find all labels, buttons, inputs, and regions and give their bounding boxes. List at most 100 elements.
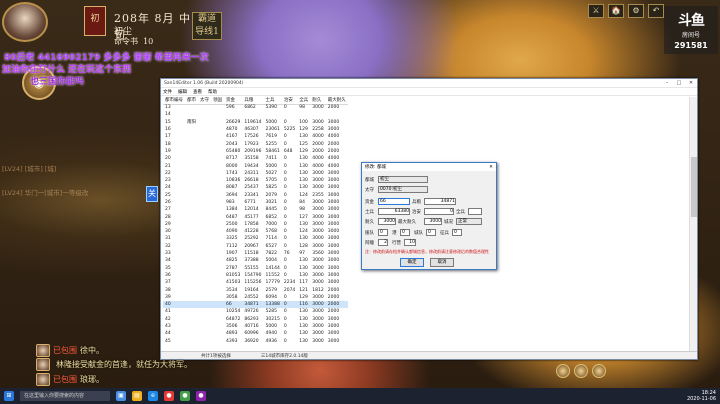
window-titlebar[interactable]: San14Editor 1.06 (Build 20200904) – □ ✕: [161, 79, 697, 88]
table-row[interactable]: 23 10836 26618 5705 0 130 3000 3000: [163, 177, 348, 184]
table-cell: 15: [165, 119, 171, 125]
round-control-icon[interactable]: [592, 364, 606, 378]
table-row[interactable]: 24 8087 25437 5825 0 130 3000 3000: [163, 184, 348, 191]
table-row[interactable]: 31 3325 25292 7114 0 130 3000 3000: [163, 235, 348, 242]
game-message: 已包围 徐中。: [36, 344, 104, 357]
table-row[interactable]: 20 8717 35158 7411 0 130 4000 4000: [163, 155, 348, 162]
table-row[interactable]: 21 8000 19434 5000 0 130 4000 4000: [163, 162, 348, 169]
browser-icon[interactable]: e: [148, 391, 158, 401]
column-header[interactable]: 都市编号: [163, 97, 185, 105]
settings-icon[interactable]: ⚙: [628, 4, 644, 18]
taskbar-search[interactable]: 在这里输入你要搜索的内容: [20, 391, 110, 401]
ok-button[interactable]: 确定: [400, 258, 424, 267]
maximize-icon[interactable]: □: [673, 80, 685, 86]
table-row[interactable]: 39 3058 24552 6094 0 129 3000 2000: [163, 294, 348, 301]
table-row[interactable]: 38 3534 19164 2579 2074 121 1812 2000: [163, 286, 348, 293]
table-row[interactable]: 26 983 6771 3021 0 84 3000 3000: [163, 199, 348, 206]
column-header[interactable]: 资金: [224, 97, 243, 105]
governor-select[interactable]: 0070:初尘: [378, 186, 428, 193]
table-row[interactable]: 29 2500 17858 7000 0 130 3000 3000: [163, 221, 348, 228]
app-icon[interactable]: ●: [196, 391, 206, 401]
column-header[interactable]: 太守: [198, 97, 211, 105]
field-b-input[interactable]: 0: [400, 229, 410, 236]
table-row[interactable]: 32 7112 20967 6527 0 128 3000 3000: [163, 243, 348, 250]
column-header[interactable]: 都市: [185, 97, 198, 105]
menu-item[interactable]: 查看: [193, 89, 202, 95]
close-icon[interactable]: ✕: [486, 165, 496, 170]
table-row[interactable]: 33 1907 11518 7822 76 97 3560 3000: [163, 250, 348, 257]
scrollbar-thumb[interactable]: [691, 157, 697, 217]
cancel-button[interactable]: 取消: [430, 258, 454, 267]
full-input[interactable]: [468, 208, 482, 215]
table-row[interactable]: 27 1384 12014 8445 0 98 3000 3000: [163, 206, 348, 213]
money-input[interactable]: 66: [378, 198, 410, 205]
table-row[interactable]: 37 41503 115256 17779 2234 117 3000 3000: [163, 279, 348, 286]
vertical-scrollbar[interactable]: [689, 97, 697, 351]
table-cell: 3000: [327, 324, 340, 330]
close-icon[interactable]: ✕: [685, 80, 697, 86]
table-row[interactable]: 44 4893 60996 4940 0 130 3000 3000: [163, 330, 348, 337]
column-header[interactable]: 兵粮: [242, 97, 264, 105]
table-row[interactable]: 40 66 34871 13388 0 116 3000 2000: [163, 301, 348, 309]
soldier-input[interactable]: 63380: [378, 208, 410, 215]
table-row[interactable]: 35 2787 55155 14144 0 130 3000 3000: [163, 265, 348, 272]
security-input[interactable]: 0: [424, 208, 454, 215]
field-d-input[interactable]: 0: [452, 229, 462, 236]
table-row[interactable]: 14: [163, 111, 348, 118]
field-e-input[interactable]: 2: [378, 239, 388, 246]
table-row[interactable]: 15 南阳 26629 119614 5000 0 100 3000 3000: [163, 119, 348, 126]
table-cell: 119614: [244, 119, 262, 125]
column-header[interactable]: 全兵: [297, 97, 311, 105]
table-row[interactable]: 41 10254 49726 5285 0 130 3000 2000: [163, 308, 348, 315]
column-header[interactable]: 领国: [211, 97, 224, 105]
system-tray[interactable]: 18:24 2020-11-06: [687, 390, 716, 402]
column-header[interactable]: 最大耐久: [325, 97, 348, 105]
table-cell: 3534: [226, 287, 238, 293]
menu-item[interactable]: 编辑: [178, 89, 187, 95]
column-header[interactable]: 耐久: [310, 97, 326, 105]
table-row[interactable]: 43 3506 40716 5000 0 130 3000 3000: [163, 323, 348, 330]
table-row[interactable]: 28 6487 45177 6852 0 127 3000 3000: [163, 213, 348, 220]
undo-icon[interactable]: ↶: [648, 4, 664, 18]
food-input[interactable]: 34871: [424, 198, 456, 205]
message-text: 琅琊。: [80, 375, 104, 384]
app-icon[interactable]: ●: [164, 391, 174, 401]
durability-input[interactable]: 3000: [378, 218, 396, 225]
column-header[interactable]: 士兵: [263, 97, 282, 105]
round-control-icon[interactable]: [556, 364, 570, 378]
minimize-icon[interactable]: –: [661, 80, 673, 86]
table-row[interactable]: 42 64872 86293 30215 0 130 3000 3000: [163, 316, 348, 323]
ruler-portrait[interactable]: [2, 2, 48, 42]
table-row[interactable]: 25 3694 23341 2079 0 124 2355 3000: [163, 192, 348, 199]
table-row[interactable]: 17 4167 17526 7619 0 130 4000 4000: [163, 133, 348, 140]
round-control-icon[interactable]: [574, 364, 588, 378]
table-row[interactable]: 22 1743 24311 5027 0 130 3000 3000: [163, 170, 348, 177]
table-row[interactable]: 13 596 6862 5390 0 98 3000 2000: [163, 104, 348, 111]
app-icon[interactable]: ●: [180, 391, 190, 401]
table-row[interactable]: 34 4825 37388 5004 0 130 3000 3000: [163, 257, 348, 264]
table-row[interactable]: 18 2043 17923 5255 0 125 2000 2000: [163, 140, 348, 147]
message-prefix: 已包围: [53, 346, 77, 355]
table-row[interactable]: 19 65480 209196 58461 648 129 2000 2000: [163, 148, 348, 155]
table-row[interactable]: 16 4870 46307 23061 5225 129 2258 3000: [163, 126, 348, 133]
battle-icon[interactable]: ⚔: [588, 4, 604, 18]
table-row[interactable]: 45 4393 36920 4936 0 130 3000 3000: [163, 338, 348, 345]
taskview-icon[interactable]: ▣: [116, 391, 126, 401]
table-row[interactable]: 30 4090 41228 5768 0 124 3000 3000: [163, 228, 348, 235]
home-icon[interactable]: 🏠: [608, 4, 624, 18]
table-row[interactable]: 36 81053 154790 11552 0 130 3000 3000: [163, 272, 348, 279]
dialog-titlebar[interactable]: 修改: 都城 ✕: [362, 163, 496, 171]
column-header[interactable]: 治安: [281, 97, 298, 105]
max-durability-input[interactable]: 3000: [424, 218, 442, 225]
explorer-icon[interactable]: ▤: [132, 391, 142, 401]
policy-badge[interactable]: 霸道 导线1: [192, 12, 222, 40]
menu-item[interactable]: 帮助: [208, 89, 217, 95]
city-select[interactable]: 初尘: [378, 176, 428, 183]
start-icon[interactable]: ⊞: [4, 391, 14, 401]
field-c-input[interactable]: 0: [426, 229, 436, 236]
field-f-input[interactable]: 10: [404, 239, 416, 246]
status-select[interactable]: 正常: [456, 218, 482, 225]
menu-item[interactable]: 文件: [163, 89, 172, 95]
city-flag-icon[interactable]: 关: [146, 186, 158, 202]
field-a-input[interactable]: 0: [378, 229, 388, 236]
